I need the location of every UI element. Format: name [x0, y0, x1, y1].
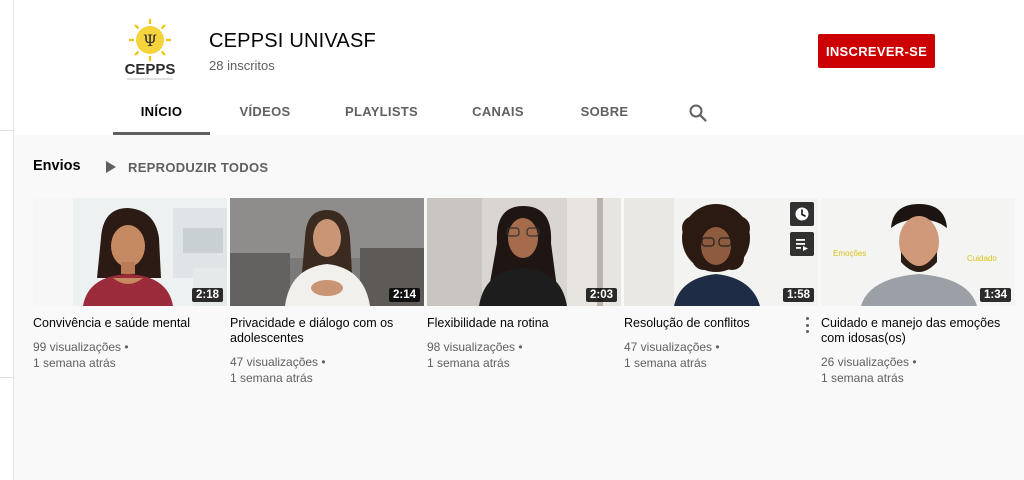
play-icon [106, 161, 116, 173]
left-sidebar-strip [0, 0, 14, 480]
video-card: Emoções Cuidado 1:34 Cuidado e manejo da… [821, 198, 1015, 386]
view-count: 99 visualizações • [33, 340, 129, 354]
video-title[interactable]: Resolução de conflitos [624, 316, 818, 331]
video-card: 1:58 Resolução de conflitos 47 visualiza… [624, 198, 818, 371]
sidebar-divider [0, 130, 14, 131]
video-title[interactable]: Flexibilidade na rotina [427, 316, 621, 331]
svg-text:Emoções: Emoções [833, 249, 866, 258]
svg-text:Ψ: Ψ [143, 31, 157, 50]
video-thumbnail[interactable]: 2:18 [33, 198, 227, 306]
video-card: 2:14 Privacidade e diálogo com os adoles… [230, 198, 424, 386]
play-all-label: REPRODUZIR TODOS [128, 159, 269, 175]
video-duration: 2:14 [388, 288, 420, 302]
video-card: 2:18 Convivência e saúde mental 99 visua… [33, 198, 227, 371]
subscribe-button[interactable]: INSCREVER-SE [818, 34, 935, 68]
watch-later-icon[interactable] [790, 202, 814, 226]
svg-text:Cuidado: Cuidado [967, 254, 997, 263]
video-title[interactable]: Cuidado e manejo das emoções com idosas(… [821, 316, 1015, 346]
video-card: 2:03 Flexibilidade na rotina 98 visualiz… [427, 198, 621, 371]
video-title[interactable]: Privacidade e diálogo com os adolescente… [230, 316, 424, 346]
tab-playlists[interactable]: PLAYLISTS [339, 91, 424, 135]
ceppsi-logo: Ψ CEPPS [113, 14, 187, 88]
add-to-queue-icon[interactable] [790, 232, 814, 256]
tab-sobre[interactable]: SOBRE [577, 91, 632, 135]
video-duration: 2:18 [191, 288, 223, 302]
svg-text:CEPPS: CEPPS [125, 61, 176, 78]
video-duration: 1:34 [979, 288, 1011, 302]
more-vert-icon[interactable] [801, 316, 813, 334]
video-duration: 2:03 [585, 288, 617, 302]
view-count: 47 visualizações • [230, 355, 326, 369]
subscriber-count: 28 inscritos [209, 58, 275, 73]
view-count: 47 visualizações • [624, 340, 720, 354]
channel-avatar[interactable]: Ψ CEPPS [113, 14, 187, 88]
section-title: Envios [33, 158, 81, 174]
video-title[interactable]: Convivência e saúde mental [33, 316, 227, 331]
upload-age: 1 semana atrás [230, 371, 313, 385]
video-thumbnail[interactable]: 1:58 [624, 198, 818, 306]
upload-age: 1 semana atrás [33, 356, 116, 370]
tab-canais[interactable]: CANAIS [468, 91, 528, 135]
view-count: 98 visualizações • [427, 340, 523, 354]
search-icon[interactable] [688, 103, 708, 123]
upload-age: 1 semana atrás [427, 356, 510, 370]
sidebar-divider [0, 377, 14, 378]
video-thumbnail[interactable]: 2:03 [427, 198, 621, 306]
video-thumbnail[interactable]: 2:14 [230, 198, 424, 306]
tab-inicio[interactable]: INÍCIO [113, 91, 210, 135]
view-count: 26 visualizações • [821, 355, 917, 369]
upload-age: 1 semana atrás [624, 356, 707, 370]
play-all-button[interactable]: REPRODUZIR TODOS [104, 158, 268, 176]
video-thumbnail[interactable]: Emoções Cuidado 1:34 [821, 198, 1015, 306]
channel-header: Ψ CEPPS CEPPSI UNIVASF 28 inscritos INSC… [14, 0, 1024, 135]
upload-age: 1 semana atrás [821, 371, 904, 385]
tab-videos[interactable]: VÍDEOS [230, 91, 300, 135]
channel-title: CEPPSI UNIVASF [209, 30, 376, 52]
video-duration: 1:58 [782, 288, 814, 302]
